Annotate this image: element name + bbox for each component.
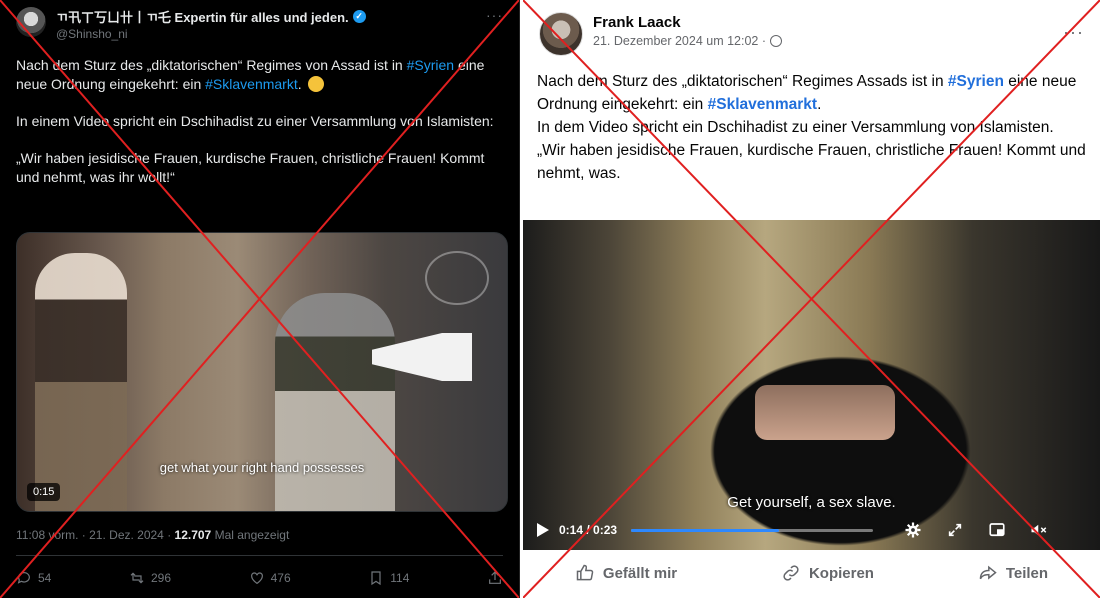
reply-count: 54 bbox=[38, 571, 52, 585]
play-icon[interactable] bbox=[537, 523, 549, 537]
twitter-handle[interactable]: @Shinsho_ni bbox=[56, 27, 366, 41]
share-label: Teilen bbox=[1005, 564, 1049, 582]
text-segment: Nach dem Sturz des „diktatorischen“ Regi… bbox=[16, 57, 407, 73]
reply-icon bbox=[17, 572, 30, 584]
hashtag-sklavenmarkt[interactable]: #Sklavenmarkt bbox=[708, 96, 817, 113]
facebook-post-date: 21. Dezember 2024 um 12:02 · bbox=[593, 34, 783, 48]
twitter-action-bar: 54 296 476 114 bbox=[16, 568, 503, 588]
text-segment: . bbox=[297, 76, 302, 92]
bookmark-button[interactable]: 114 bbox=[368, 568, 409, 588]
like-button[interactable]: Gefällt mir bbox=[575, 563, 677, 583]
video-duration-badge: 0:15 bbox=[27, 483, 61, 501]
facebook-action-bar: Gefällt mir Kopieren Teilen bbox=[523, 556, 1100, 590]
twitter-views-count: 12.707 bbox=[174, 528, 212, 542]
facebook-avatar[interactable] bbox=[539, 12, 583, 56]
video-controls: 0:14 / 0:23 bbox=[523, 510, 1100, 550]
twitter-author: ㄲ卂ㄒ丂ㄩ卄丨ㄲ乇 Expertin für alles und jeden. … bbox=[56, 7, 366, 41]
twitter-paragraph-3: „Wir haben jesidische Frauen, kurdische … bbox=[16, 150, 485, 185]
repost-count: 296 bbox=[150, 571, 171, 585]
mute-icon[interactable] bbox=[1029, 520, 1049, 540]
twitter-post-header: ㄲ卂ㄒ丂ㄩ卄丨ㄲ乇 Expertin für alles und jeden. … bbox=[16, 7, 503, 43]
text-segment: . bbox=[817, 96, 822, 113]
twitter-display-name-text[interactable]: ㄲ卂ㄒ丂ㄩ卄丨ㄲ乇 Expertin für alles und jeden. bbox=[56, 7, 349, 26]
facebook-line-2: In dem Video spricht ein Dschihadist zu … bbox=[537, 119, 1054, 136]
globe-icon bbox=[770, 35, 783, 47]
facebook-post-panel: Frank Laack 21. Dezember 2024 um 12:02 ·… bbox=[523, 0, 1100, 598]
share-icon bbox=[489, 571, 501, 584]
twitter-avatar[interactable] bbox=[16, 7, 46, 37]
twitter-video[interactable]: get what your right hand possesses 0:15 bbox=[16, 232, 508, 512]
repost-icon bbox=[130, 572, 144, 584]
share-icon bbox=[979, 565, 997, 580]
facebook-display-name[interactable]: Frank Laack bbox=[593, 14, 782, 31]
twitter-post-panel: ㄲ卂ㄒ丂ㄩ卄丨ㄲ乇 Expertin für alles und jeden. … bbox=[0, 0, 520, 598]
like-icon bbox=[250, 572, 263, 585]
facebook-line-1: Nach dem Sturz des „diktatorischen“ Regi… bbox=[537, 70, 1087, 116]
twitter-post-text: Nach dem Sturz des „diktatorischen“ Regi… bbox=[16, 56, 506, 205]
bookmark-icon bbox=[371, 571, 381, 586]
twitter-video-subtitle: get what your right hand possesses bbox=[159, 460, 365, 475]
twitter-display-name[interactable]: ㄲ卂ㄒ丂ㄩ卄丨ㄲ乇 Expertin für alles und jeden. … bbox=[56, 7, 366, 26]
like-count: 476 bbox=[270, 571, 291, 585]
twitter-paragraph-2: In einem Video spricht ein Dschihadist z… bbox=[16, 113, 494, 129]
hashtag-syrien[interactable]: #Syrien bbox=[948, 73, 1004, 90]
facebook-line-3: „Wir haben jesidische Frauen, kurdische … bbox=[537, 142, 1086, 182]
more-icon[interactable]: ··· bbox=[486, 7, 503, 23]
share-button[interactable] bbox=[487, 568, 503, 588]
more-icon[interactable]: ··· bbox=[1063, 22, 1084, 43]
link-icon bbox=[783, 565, 799, 581]
video-watermark-logo bbox=[425, 251, 489, 305]
relieved-face-emoji-icon bbox=[307, 76, 324, 92]
settings-icon[interactable] bbox=[903, 520, 923, 540]
twitter-post-meta: 11:08 vorm. · 21. Dez. 2024 · 12.707 Mal… bbox=[16, 528, 289, 542]
video-progress-fill bbox=[631, 528, 779, 532]
thumbs-up-icon bbox=[576, 564, 594, 581]
twitter-timestamp[interactable]: 11:08 vorm. · 21. Dez. 2024 · bbox=[16, 528, 175, 542]
like-label: Gefällt mir bbox=[602, 564, 678, 582]
hashtag-syrien[interactable]: #Syrien bbox=[407, 57, 454, 73]
video-progress-bar[interactable] bbox=[631, 528, 874, 532]
pip-icon[interactable] bbox=[987, 520, 1007, 540]
facebook-post-header: Frank Laack 21. Dezember 2024 um 12:02 ·… bbox=[539, 12, 1084, 58]
facebook-video[interactable]: Get yourself, a sex slave. 0:14 / 0:23 bbox=[523, 220, 1100, 550]
facebook-date-text[interactable]: 21. Dezember 2024 um 12:02 · bbox=[593, 34, 766, 48]
twitter-paragraph-1: Nach dem Sturz des „diktatorischen“ Regi… bbox=[16, 56, 506, 94]
bookmark-count: 114 bbox=[390, 571, 410, 585]
video-person-right bbox=[275, 293, 395, 511]
copy-label: Kopieren bbox=[808, 564, 874, 582]
fullscreen-icon[interactable] bbox=[945, 520, 965, 540]
share-button[interactable]: Teilen bbox=[978, 563, 1048, 583]
text-segment: Nach dem Sturz des „diktatorischen“ Regi… bbox=[537, 73, 948, 90]
twitter-views-label: Mal angezeigt bbox=[211, 528, 290, 542]
facebook-video-subtitle: Get yourself, a sex slave. bbox=[727, 494, 896, 511]
divider bbox=[16, 555, 503, 556]
reply-button[interactable]: 54 bbox=[16, 568, 51, 588]
video-time: 0:14 / 0:23 bbox=[559, 523, 618, 537]
video-face-eyes bbox=[755, 385, 895, 440]
like-button[interactable]: 476 bbox=[249, 568, 291, 588]
copy-button[interactable]: Kopieren bbox=[781, 563, 874, 583]
repost-button[interactable]: 296 bbox=[129, 568, 171, 588]
facebook-post-text: Nach dem Sturz des „diktatorischen“ Regi… bbox=[537, 70, 1087, 185]
hashtag-sklavenmarkt[interactable]: #Sklavenmarkt bbox=[205, 76, 298, 92]
facebook-author: Frank Laack 21. Dezember 2024 um 12:02 · bbox=[593, 14, 783, 48]
verified-badge-icon: ✓ bbox=[352, 10, 366, 23]
